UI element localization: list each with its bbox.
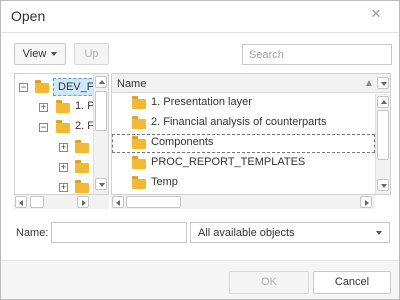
list-header: Name ▲ — [112, 74, 390, 93]
folder-icon — [132, 96, 146, 109]
title-divider — [1, 32, 399, 33]
scrollbar-thumb[interactable] — [95, 91, 107, 131]
object-filter-select[interactable]: All available objects — [190, 222, 390, 243]
list-item-focused[interactable]: Components — [112, 134, 375, 153]
chevron-down-icon — [376, 231, 382, 235]
up-button-label: Up — [84, 48, 99, 60]
folder-tree: − DEV_FI + 1. P − 2. F + + + — [14, 73, 109, 195]
object-filter-value: All available objects — [198, 227, 295, 239]
expand-icon[interactable]: + — [39, 103, 48, 112]
arrow-up-icon — [381, 100, 387, 104]
scrollbar-thumb[interactable] — [126, 196, 181, 208]
arrow-right-icon — [82, 200, 86, 206]
arrow-down-icon — [381, 184, 387, 188]
arrow-down-icon — [381, 82, 387, 86]
name-column-header[interactable]: Name — [117, 78, 146, 90]
close-icon[interactable]: ✕ — [369, 7, 383, 21]
scroll-right-button[interactable] — [77, 196, 89, 208]
arrow-down-icon — [99, 183, 105, 187]
list-item-label: Components — [151, 136, 214, 148]
list-item-label: PROC_REPORT_TEMPLATES — [151, 156, 306, 168]
list-item-label: Temp — [151, 176, 178, 188]
arrow-up-icon — [99, 80, 105, 84]
expand-icon[interactable]: + — [59, 183, 68, 192]
list-item[interactable]: 1. Presentation layer — [112, 94, 375, 112]
expand-icon[interactable]: + — [59, 163, 68, 172]
arrow-right-icon — [365, 200, 369, 206]
view-dropdown-button[interactable]: View — [14, 43, 66, 65]
folder-icon — [56, 120, 70, 133]
name-label: Name: — [16, 227, 49, 239]
search-input[interactable] — [242, 44, 392, 65]
file-list: Name ▲ 1. Presentation layer 2. Financia… — [111, 73, 391, 195]
folder-icon — [75, 180, 89, 193]
scroll-left-button[interactable] — [112, 196, 124, 208]
collapse-icon[interactable]: − — [39, 123, 48, 132]
up-button[interactable]: Up — [74, 43, 109, 65]
scrollbar-thumb[interactable] — [30, 196, 44, 208]
scroll-up-button[interactable] — [95, 76, 107, 88]
cancel-button-label: Cancel — [334, 276, 370, 288]
folder-icon — [56, 100, 70, 113]
folder-icon — [132, 176, 146, 189]
open-dialog: Open ✕ View Up − DEV_FI + 1. P − 2. F + — [0, 0, 400, 300]
tree-item-label: 2. F — [75, 120, 94, 132]
chevron-down-icon — [51, 52, 58, 57]
expand-icon[interactable]: + — [59, 143, 68, 152]
folder-icon — [132, 156, 146, 169]
scrollbar-thumb[interactable] — [377, 110, 389, 160]
collapse-icon[interactable]: − — [19, 83, 28, 92]
ok-button[interactable]: OK — [229, 271, 309, 294]
list-item[interactable]: PROC_REPORT_TEMPLATES — [112, 154, 375, 172]
list-item[interactable]: Temp — [112, 174, 375, 192]
scroll-right-button[interactable] — [360, 196, 372, 208]
name-input[interactable] — [51, 222, 187, 243]
scroll-down-button[interactable] — [377, 179, 389, 191]
cancel-button[interactable]: Cancel — [313, 271, 391, 294]
scroll-left-button[interactable] — [15, 196, 27, 208]
tree-horizontal-scrollbar[interactable] — [14, 195, 109, 209]
sort-icon[interactable]: ▲ — [364, 78, 374, 89]
list-vertical-scrollbar[interactable] — [375, 94, 390, 194]
column-menu-button[interactable] — [377, 77, 389, 89]
list-item[interactable]: 2. Financial analysis of counterparts — [112, 114, 375, 132]
tree-vertical-scrollbar[interactable] — [93, 74, 108, 194]
folder-icon — [35, 80, 49, 93]
arrow-left-icon — [19, 200, 23, 206]
folder-icon — [75, 160, 89, 173]
folder-icon — [75, 140, 89, 153]
list-item-label: 1. Presentation layer — [151, 96, 252, 108]
tree-item-label: 1. P — [75, 100, 95, 112]
view-button-label: View — [22, 48, 47, 60]
ok-button-label: OK — [261, 276, 277, 288]
scroll-up-button[interactable] — [377, 96, 389, 108]
arrow-left-icon — [116, 200, 120, 206]
folder-icon — [132, 136, 146, 149]
folder-icon — [132, 116, 146, 129]
dialog-title: Open — [11, 8, 46, 24]
list-item-label: 2. Financial analysis of counterparts — [151, 116, 327, 128]
scroll-down-button[interactable] — [95, 178, 107, 190]
title-bar: Open ✕ — [1, 1, 399, 32]
list-horizontal-scrollbar[interactable] — [111, 195, 375, 209]
